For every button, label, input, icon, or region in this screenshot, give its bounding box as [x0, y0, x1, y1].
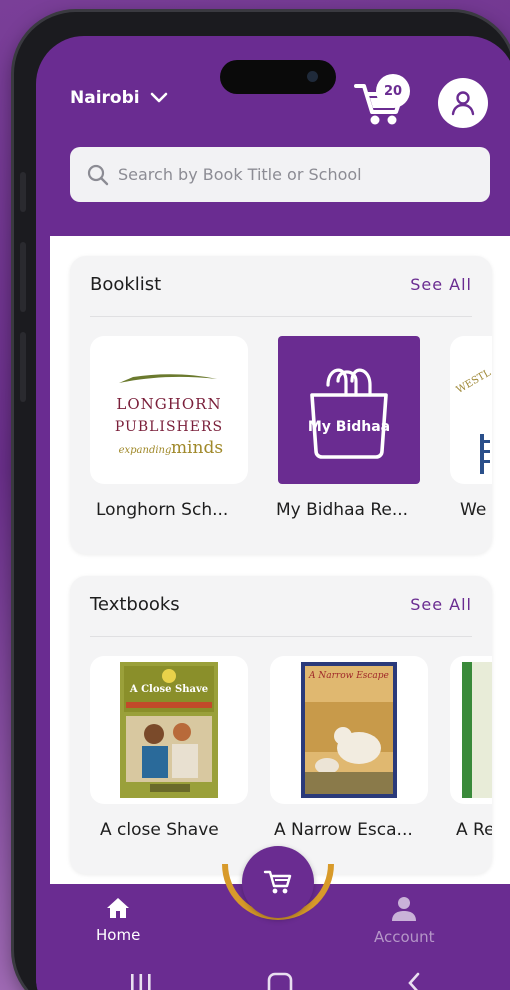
nav-home[interactable]: Home	[96, 896, 140, 944]
svg-text:expanding: expanding	[119, 445, 172, 456]
svg-text:PUBLISHERS: PUBLISHERS	[115, 419, 223, 435]
home-system-icon	[267, 972, 293, 990]
shopping-bag-icon: My Bidhaa	[308, 368, 390, 459]
book-cover: A Narrow Escape	[301, 662, 397, 798]
home-content: Booklist See All LONGHORN PUBLISHERS exp…	[50, 236, 510, 896]
side-button	[20, 172, 26, 212]
phone-frame: Nairobi 20 Search by Book Title or Schoo…	[14, 12, 510, 990]
back-icon	[408, 972, 420, 990]
book-cover	[462, 662, 492, 798]
booklist-item-longhorn[interactable]: LONGHORN PUBLISHERS expanding minds	[90, 336, 248, 484]
dynamic-island	[220, 60, 336, 94]
nav-account[interactable]: Account	[374, 896, 435, 946]
profile-button[interactable]	[438, 78, 488, 128]
nav-home-label: Home	[96, 926, 141, 944]
cart-fab-button[interactable]	[242, 846, 314, 918]
user-icon	[451, 91, 475, 116]
longhorn-logo: LONGHORN PUBLISHERS expanding minds	[115, 374, 223, 458]
side-button	[20, 332, 26, 402]
search-input[interactable]	[118, 165, 478, 184]
section-title: Booklist	[90, 274, 162, 295]
textbook-item-label: A close Shave	[100, 820, 219, 840]
location-label: Nairobi	[70, 88, 140, 108]
svg-text:My Bidhaa: My Bidhaa	[308, 419, 390, 435]
booklist-item-partial[interactable]: WESTL	[450, 336, 492, 484]
see-all-textbooks-link[interactable]: See All	[410, 595, 472, 614]
search-icon	[87, 164, 109, 185]
textbooks-section: Textbooks See All A Close Shave A close …	[70, 576, 492, 874]
recents-icon	[131, 974, 151, 990]
textbook-item-partial[interactable]	[450, 656, 492, 804]
chevron-down-icon	[150, 92, 167, 103]
cart-count-badge: 20	[376, 74, 410, 108]
booklist-item-label: We	[460, 500, 487, 520]
textbook-item-label: A Narrow Esca...	[274, 820, 413, 840]
see-all-booklist-link[interactable]: See All	[410, 275, 472, 294]
home-system-button[interactable]	[266, 971, 294, 990]
location-selector[interactable]: Nairobi	[70, 88, 168, 108]
svg-text:A Close Shave: A Close Shave	[129, 684, 208, 695]
svg-text:minds: minds	[171, 438, 223, 458]
booklist-item-mybidhaa[interactable]: My Bidhaa	[278, 336, 420, 484]
book-cover: A Close Shave	[120, 662, 218, 798]
textbook-item-close-shave[interactable]: A Close Shave	[90, 656, 248, 804]
svg-text:WESTL: WESTL	[455, 367, 492, 396]
divider	[90, 636, 472, 637]
back-button[interactable]	[404, 971, 424, 990]
home-icon	[107, 898, 130, 918]
section-title: Textbooks	[90, 594, 180, 615]
textbook-item-label: A Re	[456, 820, 492, 840]
search-bar[interactable]	[70, 147, 490, 202]
divider	[90, 316, 472, 317]
school-logo: WESTL	[455, 367, 492, 474]
booklist-section: Booklist See All LONGHORN PUBLISHERS exp…	[70, 256, 492, 554]
booklist-item-label: Longhorn Sch...	[96, 500, 229, 520]
person-icon	[392, 897, 417, 921]
app-screen: Nairobi 20 Search by Book Title or Schoo…	[36, 36, 510, 990]
svg-text:LONGHORN: LONGHORN	[116, 395, 221, 413]
recents-button[interactable]	[128, 971, 154, 990]
cart-icon	[263, 870, 292, 894]
side-button	[20, 242, 26, 312]
booklist-item-label: My Bidhaa Re...	[276, 500, 409, 520]
svg-text:A Narrow Escape: A Narrow Escape	[308, 671, 389, 681]
textbook-item-narrow-escape[interactable]: A Narrow Escape	[270, 656, 428, 804]
nav-account-label: Account	[374, 928, 435, 946]
